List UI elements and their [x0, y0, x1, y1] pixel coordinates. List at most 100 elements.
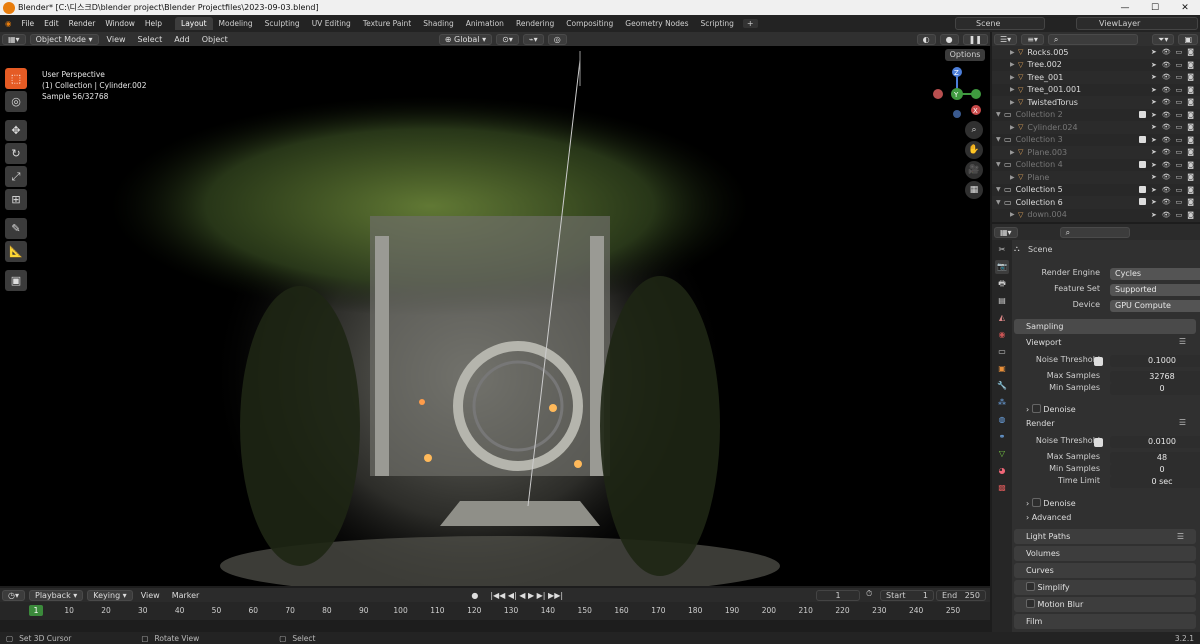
- camera-icon[interactable]: ◙: [1187, 186, 1194, 194]
- expand-arrow-icon[interactable]: ▶: [1010, 49, 1018, 56]
- render-subpanel-header[interactable]: Render: [1026, 419, 1054, 428]
- select-arrow-icon[interactable]: ➤: [1151, 198, 1157, 206]
- eye-icon[interactable]: 👁: [1162, 173, 1171, 181]
- pivot-dropdown[interactable]: ⊙▾: [496, 33, 519, 45]
- monitor-icon[interactable]: ▭: [1176, 48, 1183, 56]
- expand-arrow-icon[interactable]: ▼: [996, 136, 1004, 143]
- vp-denoise-checkbox[interactable]: [1031, 404, 1041, 413]
- eye-icon[interactable]: 👁: [1162, 61, 1171, 69]
- select-arrow-icon[interactable]: ➤: [1151, 111, 1157, 119]
- tab-texture-paint[interactable]: Texture Paint: [357, 17, 417, 30]
- light-paths-panel[interactable]: Light Paths ☰: [1014, 529, 1196, 544]
- jump-start-icon[interactable]: |◀◀ ◀| ◀ ▶ ▶| ▶▶|: [484, 591, 569, 600]
- eye-icon[interactable]: 👁: [1162, 98, 1171, 106]
- advanced-subpanel[interactable]: › Advanced: [1026, 513, 1071, 522]
- menu-edit[interactable]: Edit: [39, 19, 64, 28]
- playback-menu[interactable]: Playback ▾: [29, 589, 84, 601]
- camera-icon[interactable]: ◙: [1187, 198, 1194, 206]
- tab-compositing[interactable]: Compositing: [560, 17, 619, 30]
- proportional-edit-toggle[interactable]: ◎: [547, 33, 567, 45]
- sampling-panel-header[interactable]: Sampling: [1014, 319, 1196, 334]
- menu-add[interactable]: Add: [168, 35, 196, 44]
- timeline-ruler[interactable]: 1 10 20 30 40 50 60 70 80 90 100 110 120 130 140 150 16…: [0, 602, 990, 620]
- select-arrow-icon[interactable]: ➤: [1151, 123, 1157, 131]
- monitor-icon[interactable]: ▭: [1176, 123, 1183, 131]
- pause-render-button[interactable]: ❚❚: [962, 33, 988, 45]
- timeline-marker-menu[interactable]: Marker: [166, 591, 206, 600]
- outliner-row[interactable]: ▶ ▽ Tree.002 ➤ 👁 ▭ ◙: [992, 59, 1200, 72]
- eye-icon[interactable]: 👁: [1162, 186, 1171, 194]
- monitor-icon[interactable]: ▭: [1176, 111, 1183, 119]
- eye-icon[interactable]: 👁: [1162, 198, 1171, 206]
- outliner-row[interactable]: ▶ ▽ Rocks.005 ➤ 👁 ▭ ◙: [992, 46, 1200, 59]
- camera-icon[interactable]: ◙: [1187, 86, 1194, 94]
- eye-icon[interactable]: 👁: [1162, 86, 1171, 94]
- vp-noise-threshold-field[interactable]: 0.1000: [1110, 355, 1200, 367]
- close-button[interactable]: ✕: [1170, 3, 1200, 13]
- outliner-row[interactable]: ▶ ▽ Cylinder.024 ➤ 👁 ▭ ◙: [992, 121, 1200, 134]
- expand-arrow-icon[interactable]: ▼: [996, 111, 1004, 118]
- select-arrow-icon[interactable]: ➤: [1151, 148, 1157, 156]
- outliner-row[interactable]: ▶ ▽ down.004 ➤ 👁 ▭ ◙: [992, 209, 1200, 222]
- menu-help[interactable]: Help: [140, 19, 167, 28]
- r-min-samples-field[interactable]: 0: [1110, 464, 1200, 476]
- eye-icon[interactable]: 👁: [1162, 161, 1171, 169]
- outliner-row[interactable]: ▶ ▽ Plane ➤ 👁 ▭ ◙: [992, 171, 1200, 184]
- tab-modeling[interactable]: Modeling: [213, 17, 259, 30]
- monitor-icon[interactable]: ▭: [1176, 173, 1183, 181]
- select-arrow-icon[interactable]: ➤: [1151, 136, 1157, 144]
- timeline-editor-type[interactable]: ◷▾: [2, 589, 25, 601]
- menu-window[interactable]: Window: [100, 19, 140, 28]
- monitor-icon[interactable]: ▭: [1176, 136, 1183, 144]
- monitor-icon[interactable]: ▭: [1176, 148, 1183, 156]
- camera-icon[interactable]: ◙: [1187, 61, 1194, 69]
- current-frame-marker[interactable]: 1: [29, 605, 43, 616]
- render-tab-icon[interactable]: 📷: [995, 260, 1009, 274]
- exclude-checkbox[interactable]: [1138, 110, 1146, 118]
- outliner-editor-type[interactable]: ☰▾: [994, 33, 1018, 45]
- outliner-row[interactable]: ▼ ▭ Collection 6 ➤ 👁 ▭ ◙: [992, 196, 1200, 209]
- scene-selector[interactable]: Scene: [955, 17, 1045, 30]
- properties-editor-type[interactable]: ▦▾: [994, 226, 1018, 238]
- camera-icon[interactable]: ◙: [1187, 148, 1194, 156]
- record-icon[interactable]: ●: [465, 591, 484, 600]
- minimize-button[interactable]: —: [1110, 3, 1140, 13]
- camera-icon[interactable]: ◙: [1187, 173, 1194, 181]
- world-tab-icon[interactable]: ◉: [995, 328, 1009, 342]
- new-collection-icon[interactable]: ▣: [1178, 33, 1198, 45]
- vp-max-samples-field[interactable]: 32768: [1110, 371, 1200, 383]
- navigation-gizmo[interactable]: Z Y X: [930, 64, 985, 124]
- viewport-presets-icon[interactable]: ☰: [1179, 337, 1186, 346]
- camera-icon[interactable]: ◙: [1187, 48, 1194, 56]
- menu-view[interactable]: View: [101, 35, 132, 44]
- monitor-icon[interactable]: ▭: [1176, 161, 1183, 169]
- expand-arrow-icon[interactable]: ▼: [996, 186, 1004, 193]
- cursor-tool-icon[interactable]: ◎: [5, 91, 27, 112]
- texture-tab-icon[interactable]: ▩: [995, 481, 1009, 495]
- menu-render[interactable]: Render: [64, 19, 101, 28]
- outliner-row[interactable]: ▶ ▽ Tree_001.001 ➤ 👁 ▭ ◙: [992, 84, 1200, 97]
- viewport-shading-solid[interactable]: ◐: [916, 33, 936, 45]
- measure-tool-icon[interactable]: 📐: [5, 241, 27, 262]
- menu-file[interactable]: File: [17, 19, 40, 28]
- r-max-samples-field[interactable]: 48: [1110, 452, 1200, 464]
- monitor-icon[interactable]: ▭: [1176, 61, 1183, 69]
- add-workspace-button[interactable]: +: [742, 19, 758, 28]
- render-engine-dropdown[interactable]: Cycles▾: [1110, 268, 1200, 280]
- motion-blur-checkbox[interactable]: [1026, 599, 1035, 608]
- output-tab-icon[interactable]: 🖶: [995, 277, 1009, 291]
- scene-tab-icon[interactable]: ◭: [995, 311, 1009, 325]
- end-frame-field[interactable]: End 250: [936, 590, 986, 601]
- eye-icon[interactable]: 👁: [1162, 111, 1171, 119]
- simplify-checkbox[interactable]: [1026, 582, 1035, 591]
- monitor-icon[interactable]: ▭: [1176, 198, 1183, 206]
- material-tab-icon[interactable]: ◕: [995, 464, 1009, 478]
- monitor-icon[interactable]: ▭: [1176, 211, 1183, 219]
- snap-toggle[interactable]: ⌁▾: [522, 33, 544, 45]
- start-frame-field[interactable]: Start 1: [880, 590, 934, 601]
- menu-object[interactable]: Object: [196, 35, 234, 44]
- exclude-checkbox[interactable]: [1138, 185, 1146, 193]
- tab-scripting[interactable]: Scripting: [695, 17, 740, 30]
- expand-arrow-icon[interactable]: ▼: [996, 161, 1004, 168]
- exclude-checkbox[interactable]: [1138, 198, 1146, 206]
